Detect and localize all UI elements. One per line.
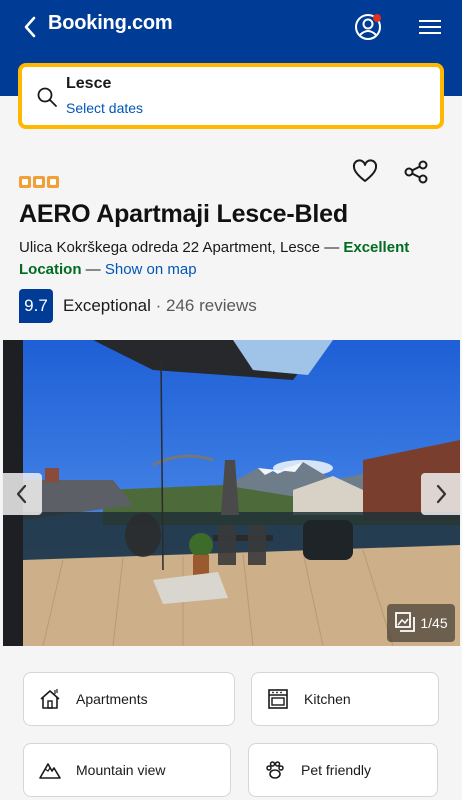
- score-word: Exceptional: [63, 296, 151, 315]
- share-icon[interactable]: [402, 158, 430, 186]
- select-dates-link[interactable]: Select dates: [66, 100, 143, 116]
- facility-mountain-view[interactable]: Mountain view: [23, 743, 231, 797]
- house-icon: [38, 687, 62, 711]
- star-icon: [33, 176, 45, 188]
- heart-icon[interactable]: [351, 158, 379, 186]
- property-title: AERO Apartmaji Lesce-Bled: [19, 200, 348, 228]
- oven-icon: [266, 687, 290, 711]
- previous-photo-button[interactable]: [2, 473, 42, 515]
- photo-count-text: 1/45: [420, 615, 448, 631]
- facility-pet-friendly[interactable]: Pet friendly: [248, 743, 438, 797]
- facility-apartments[interactable]: Apartments: [23, 672, 235, 726]
- search-icon: [36, 86, 58, 108]
- property-photo[interactable]: [3, 340, 460, 646]
- hamburger-menu-icon[interactable]: [416, 16, 444, 38]
- review-score-badge[interactable]: 9.7: [19, 289, 53, 323]
- separator: —: [324, 239, 340, 256]
- brand-logo[interactable]: Booking.com: [48, 12, 173, 35]
- search-summary-box[interactable]: Lesce Select dates: [18, 63, 444, 129]
- separator: —: [85, 261, 101, 278]
- review-summary[interactable]: Exceptional · 246 reviews: [63, 296, 257, 316]
- facility-label: Apartments: [76, 691, 148, 707]
- facility-label: Pet friendly: [301, 762, 372, 778]
- address-text: Ulica Kokrškega odreda 22 Apartment, Les…: [19, 239, 321, 256]
- star-icon: [47, 176, 59, 188]
- back-arrow-icon[interactable]: [18, 14, 42, 40]
- destination-text: Lesce: [66, 75, 112, 92]
- show-on-map-link[interactable]: Show on map: [105, 261, 197, 278]
- star-icon: [19, 176, 31, 188]
- review-count[interactable]: 246 reviews: [166, 296, 257, 315]
- gallery-icon: [394, 611, 416, 636]
- star-rating: [19, 176, 59, 188]
- account-icon[interactable]: [354, 12, 384, 42]
- paw-icon: [263, 758, 287, 782]
- facility-label: Kitchen: [304, 691, 351, 707]
- facility-kitchen[interactable]: Kitchen: [251, 672, 439, 726]
- facility-label: Mountain view: [76, 762, 166, 778]
- photo-counter[interactable]: 1/45: [387, 604, 455, 642]
- next-photo-button[interactable]: [421, 473, 461, 515]
- property-address: Ulica Kokrškega odreda 22 Apartment, Les…: [19, 237, 449, 281]
- mountain-icon: [38, 758, 62, 782]
